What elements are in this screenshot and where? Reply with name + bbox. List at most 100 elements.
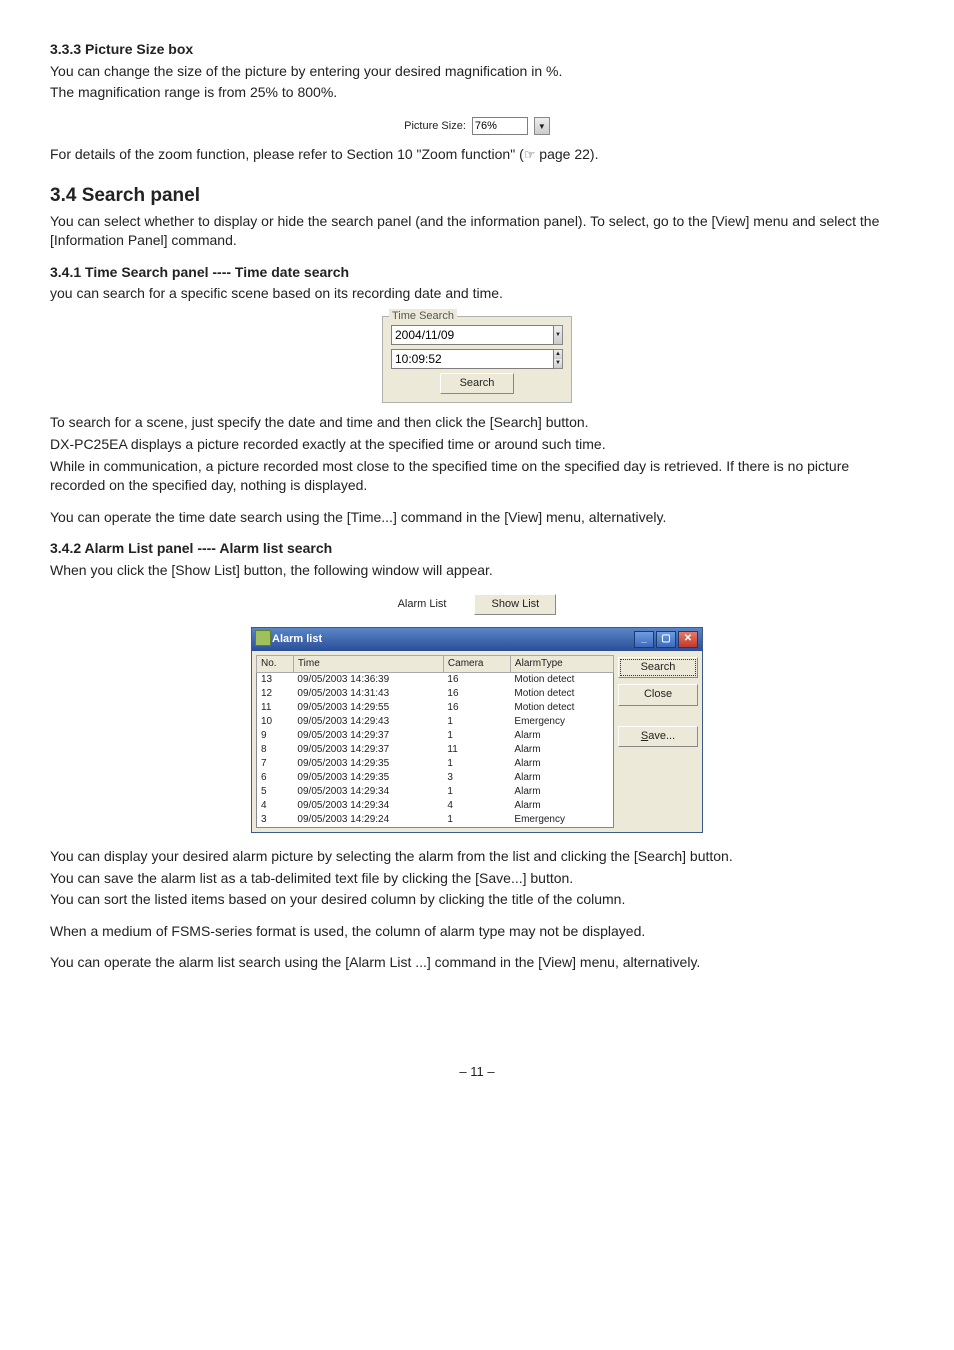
picture-size-input[interactable] — [472, 117, 528, 135]
text-342-p6: You can operate the alarm list search us… — [50, 953, 904, 973]
text-333-p3: For details of the zoom function, please… — [50, 145, 904, 165]
alarm-list-window: Alarm list _ ▢ ✕ No. Time Camera AlarmTy… — [251, 627, 703, 833]
cell-camera: 1 — [443, 785, 510, 799]
cell-no: 13 — [257, 672, 294, 687]
alarm-close-button[interactable]: Close — [618, 684, 698, 705]
cell-type: Alarm — [510, 799, 613, 813]
alarm-table: No. Time Camera AlarmType 1309/05/2003 1… — [256, 655, 614, 828]
chevron-down-icon: ▼ — [554, 326, 562, 344]
chevron-down-icon: ▼ — [538, 121, 546, 132]
text-342-p4: You can sort the listed items based on y… — [50, 890, 904, 910]
alarm-search-button[interactable]: Search — [618, 657, 698, 678]
minimize-button[interactable]: _ — [634, 631, 654, 648]
cell-type: Alarm — [510, 771, 613, 785]
col-no[interactable]: No. — [257, 655, 294, 672]
cell-type: Alarm — [510, 757, 613, 771]
page-footer: – 11 – — [50, 1063, 904, 1081]
table-row[interactable]: 509/05/2003 14:29:341Alarm — [257, 785, 614, 799]
heading-341: 3.4.1 Time Search panel ---- Time date s… — [50, 263, 904, 283]
text-342-p2: You can display your desired alarm pictu… — [50, 847, 904, 867]
cell-no: 7 — [257, 757, 294, 771]
cell-camera: 1 — [443, 757, 510, 771]
time-search-legend: Time Search — [389, 309, 457, 324]
cell-camera: 11 — [443, 743, 510, 757]
table-row[interactable]: 1309/05/2003 14:36:3916Motion detect — [257, 672, 614, 687]
cell-type: Alarm — [510, 785, 613, 799]
heading-34: 3.4 Search panel — [50, 183, 904, 210]
cell-time: 09/05/2003 14:29:34 — [293, 785, 443, 799]
alarm-list-label: Alarm List — [398, 598, 447, 610]
cell-time: 09/05/2003 14:36:39 — [293, 672, 443, 687]
text-333-p2: The magnification range is from 25% to 8… — [50, 83, 904, 103]
table-row[interactable]: 1109/05/2003 14:29:5516Motion detect — [257, 701, 614, 715]
col-type[interactable]: AlarmType — [510, 655, 613, 672]
cell-no: 4 — [257, 799, 294, 813]
picture-size-dropdown[interactable]: ▼ — [534, 117, 550, 135]
col-time[interactable]: Time — [293, 655, 443, 672]
window-titlebar: Alarm list _ ▢ ✕ — [252, 628, 702, 651]
text-341-p5: You can operate the time date search usi… — [50, 508, 904, 528]
cell-camera: 4 — [443, 799, 510, 813]
picture-size-widget: Picture Size: ▼ — [404, 117, 550, 135]
cell-time: 09/05/2003 14:29:55 — [293, 701, 443, 715]
chevron-up-icon: ▲ — [554, 350, 562, 359]
text-342-p5: When a medium of FSMS-series format is u… — [50, 922, 904, 942]
cell-time: 09/05/2003 14:29:35 — [293, 771, 443, 785]
cell-camera: 1 — [443, 729, 510, 743]
cell-no: 10 — [257, 715, 294, 729]
text-333-p3b: page 22). — [535, 146, 598, 162]
picture-size-label: Picture Size: — [404, 119, 466, 134]
cell-no: 5 — [257, 785, 294, 799]
table-row[interactable]: 1209/05/2003 14:31:4316Motion detect — [257, 687, 614, 701]
cell-camera: 16 — [443, 672, 510, 687]
alarm-list-bar: Alarm List Show List — [50, 593, 904, 615]
table-row[interactable]: 709/05/2003 14:29:351Alarm — [257, 757, 614, 771]
cell-camera: 3 — [443, 771, 510, 785]
close-button[interactable]: ✕ — [678, 631, 698, 648]
heading-333: 3.3.3 Picture Size box — [50, 40, 904, 60]
table-row[interactable]: 809/05/2003 14:29:3711Alarm — [257, 743, 614, 757]
cell-time: 09/05/2003 14:29:37 — [293, 729, 443, 743]
cell-no: 8 — [257, 743, 294, 757]
table-row[interactable]: 909/05/2003 14:29:371Alarm — [257, 729, 614, 743]
cell-type: Emergency — [510, 813, 613, 828]
cell-type: Motion detect — [510, 701, 613, 715]
date-spinner[interactable]: ▼ — [554, 325, 563, 345]
heading-342: 3.4.2 Alarm List panel ---- Alarm list s… — [50, 539, 904, 559]
alarm-save-button[interactable]: Save... — [618, 726, 698, 747]
text-342-p1: When you click the [Show List] button, t… — [50, 561, 904, 581]
time-search-widget: Time Search ▼ ▲ ▼ Search — [382, 316, 572, 403]
col-camera[interactable]: Camera — [443, 655, 510, 672]
cell-type: Emergency — [510, 715, 613, 729]
cell-no: 6 — [257, 771, 294, 785]
cell-type: Alarm — [510, 743, 613, 757]
cell-type: Motion detect — [510, 687, 613, 701]
cell-type: Motion detect — [510, 672, 613, 687]
time-search-button[interactable]: Search — [440, 373, 514, 394]
time-search-date-input[interactable] — [391, 325, 554, 345]
cell-type: Alarm — [510, 729, 613, 743]
time-spinner[interactable]: ▲ ▼ — [554, 349, 563, 369]
app-icon — [255, 630, 271, 646]
cell-time: 09/05/2003 14:29:43 — [293, 715, 443, 729]
text-341-p2: To search for a scene, just specify the … — [50, 413, 904, 433]
cell-no: 11 — [257, 701, 294, 715]
cell-camera: 1 — [443, 813, 510, 828]
show-list-button[interactable]: Show List — [474, 594, 556, 615]
cell-camera: 16 — [443, 687, 510, 701]
text-333-p3a: For details of the zoom function, please… — [50, 146, 524, 162]
table-row[interactable]: 309/05/2003 14:29:241Emergency — [257, 813, 614, 828]
time-search-time-input[interactable] — [391, 349, 554, 369]
text-34-p1: You can select whether to display or hid… — [50, 212, 904, 251]
alarm-save-tail: ave... — [648, 730, 675, 742]
table-row[interactable]: 609/05/2003 14:29:353Alarm — [257, 771, 614, 785]
cell-time: 09/05/2003 14:31:43 — [293, 687, 443, 701]
text-341-p4: While in communication, a picture record… — [50, 457, 904, 496]
table-row[interactable]: 1009/05/2003 14:29:431Emergency — [257, 715, 614, 729]
cell-no: 9 — [257, 729, 294, 743]
cell-time: 09/05/2003 14:29:35 — [293, 757, 443, 771]
table-row[interactable]: 409/05/2003 14:29:344Alarm — [257, 799, 614, 813]
window-title: Alarm list — [272, 632, 322, 647]
maximize-button[interactable]: ▢ — [656, 631, 676, 648]
cell-no: 3 — [257, 813, 294, 828]
